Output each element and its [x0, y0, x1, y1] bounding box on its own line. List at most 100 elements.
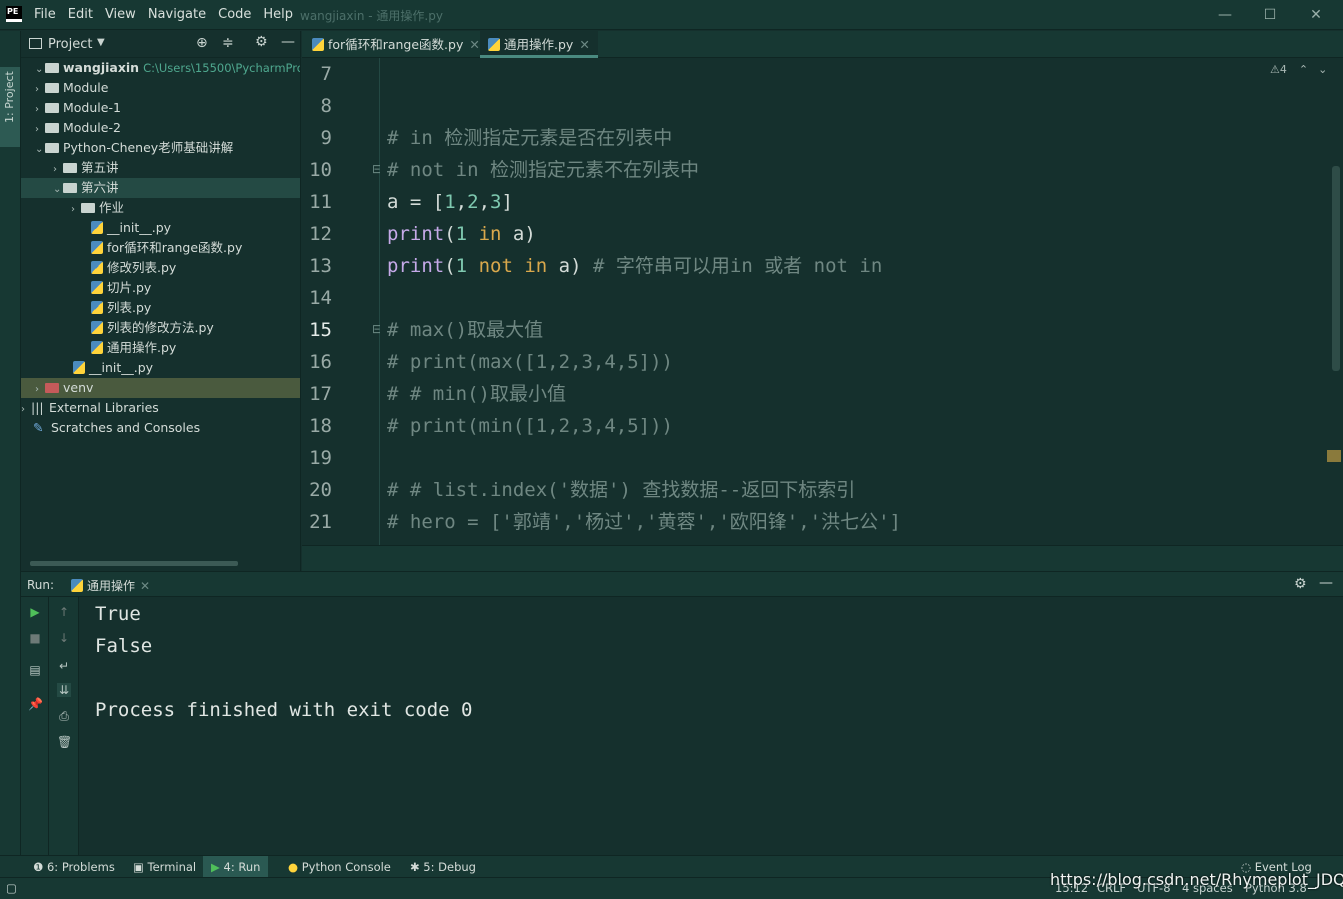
tree-item-label: Module-2 [63, 120, 121, 135]
gear-icon[interactable]: ⚙ [1294, 576, 1307, 592]
tree-item-list-methods-py[interactable]: 列表的修改方法.py [21, 318, 300, 338]
chevron-down-icon[interactable]: ▼ [97, 37, 105, 48]
gear-icon[interactable]: ⚙ [255, 34, 268, 50]
layout-icon[interactable]: ▤ [28, 663, 42, 677]
tree-item-python-cheney[interactable]: ⌄ Python-Cheney老师基础讲解 [21, 138, 300, 158]
tree-item-label: venv [63, 380, 94, 395]
close-icon[interactable]: ✕ [579, 37, 589, 52]
tree-root-name: wangjiaxin [63, 60, 140, 75]
folder-icon [45, 383, 59, 393]
debug-tool-button[interactable]: ✱ 5: Debug [402, 856, 484, 878]
print-icon[interactable]: ⎙ [57, 709, 71, 723]
run-console-output[interactable]: True False Process finished with exit co… [79, 597, 1343, 855]
python-file-icon [312, 38, 324, 51]
terminal-tool-button[interactable]: ▣ Terminal [125, 856, 204, 878]
run-label: Run: [27, 578, 55, 592]
arrow-down-icon[interactable]: ↓ [57, 631, 71, 645]
line-number: 13 [309, 255, 332, 277]
maximize-button[interactable]: ☐ [1250, 4, 1290, 26]
menu-edit[interactable]: Edit [68, 7, 93, 22]
minimize-button[interactable]: — [1205, 4, 1245, 26]
code-token: , [478, 191, 491, 213]
tree-item-init-py[interactable]: __init__.py [21, 218, 300, 238]
tree-item-module-2[interactable]: › Module-2 [21, 118, 300, 138]
close-button[interactable]: ✕ [1296, 4, 1336, 26]
tree-item-label: 第五讲 [81, 160, 119, 175]
tree-item-label: Python-Cheney老师基础讲解 [63, 140, 234, 155]
tree-item-homework[interactable]: › 作业 [21, 198, 300, 218]
project-view-icon [29, 38, 42, 49]
tree-item-venv[interactable]: › venv [21, 378, 300, 398]
run-tab-label: 通用操作 [87, 579, 136, 593]
tree-item-external-libraries[interactable]: › ||| External Libraries [21, 398, 300, 418]
chevron-down-icon[interactable]: ⌄ [1318, 63, 1327, 76]
code-editor[interactable]: # in 检测指定元素是否在列表中 # not in 检测指定元素不在列表中 a… [380, 58, 1330, 545]
rerun-icon[interactable]: ▶ [28, 605, 42, 619]
project-horizontal-scrollbar[interactable] [30, 561, 238, 566]
run-tool-button[interactable]: ▶ 4: Run [203, 856, 269, 878]
tree-item-for-range-py[interactable]: for循环和range函数.py [21, 238, 300, 258]
problems-tool-button[interactable]: ❶ 6: Problems [25, 856, 123, 878]
inspection-widget[interactable]: ⚠4 ⌃ ⌄ [1270, 63, 1327, 76]
menu-code[interactable]: Code [218, 7, 251, 22]
pin-icon[interactable]: 📌 [28, 697, 43, 711]
python-file-icon [91, 321, 103, 334]
tree-item-common-ops-py[interactable]: 通用操作.py [21, 338, 300, 358]
tab-label: for循环和range函数.py [328, 37, 464, 52]
line-number: 17 [309, 383, 332, 405]
tab-common-ops-py[interactable]: 通用操作.py ✕ [480, 31, 598, 58]
menu-file[interactable]: File [34, 7, 56, 22]
locate-icon[interactable]: ⊕ [196, 35, 208, 51]
menu-navigate[interactable]: Navigate [148, 7, 206, 22]
code-line-10: # not in 检测指定元素不在列表中 [387, 159, 699, 181]
tree-root[interactable]: ⌄ wangjiaxin C:\Users\15500\PycharmProje [21, 58, 300, 78]
python-console-tool-button[interactable]: ● Python Console [280, 856, 399, 878]
line-number: 15 [309, 319, 332, 341]
scroll-to-end-icon[interactable]: ⇊ [57, 683, 71, 697]
stop-icon[interactable]: ■ [28, 631, 42, 645]
tree-item-slice-py[interactable]: 切片.py [21, 278, 300, 298]
tab-for-range-py[interactable]: for循环和range函数.py ✕ [304, 31, 488, 58]
code-line-12: print(1 in a) [387, 218, 536, 250]
trash-icon[interactable]: 🗑 [57, 735, 72, 749]
chevron-right-icon: › [53, 164, 57, 175]
menu-view[interactable]: View [105, 7, 136, 22]
run-tab[interactable]: 通用操作 ✕ [71, 577, 150, 594]
python-file-icon [91, 301, 103, 314]
tool-label: Terminal [147, 860, 197, 874]
tree-item-label: __init__.py [89, 360, 154, 375]
code-token: in [524, 255, 548, 277]
arrow-up-icon[interactable]: ↑ [57, 605, 71, 619]
chevron-right-icon: › [35, 84, 39, 95]
tree-item-scratches[interactable]: ✎ Scratches and Consoles [21, 418, 300, 438]
tree-item-label: 通用操作.py [107, 340, 177, 355]
warning-stripe-marker[interactable] [1327, 450, 1341, 462]
chevron-up-icon[interactable]: ⌃ [1299, 63, 1308, 76]
tree-item-init-py-2[interactable]: __init__.py [21, 358, 300, 378]
collapse-all-icon[interactable]: ≑ [222, 35, 234, 51]
project-view-title[interactable]: Project [48, 37, 92, 52]
line-number: 12 [309, 223, 332, 245]
layout-toggle-icon[interactable]: ▢ [6, 881, 17, 895]
chevron-right-icon: › [35, 124, 39, 135]
tree-item-module[interactable]: › Module [21, 78, 300, 98]
run-toolbar-right: ↑ ↓ ↵ ⇊ ⎙ 🗑 [49, 597, 79, 855]
watermark-text: https://blog.csdn.net/Rhymeplot_JDQS [1050, 870, 1343, 889]
console-line: Process finished with exit code 0 [95, 699, 473, 721]
tree-item-modify-list-py[interactable]: 修改列表.py [21, 258, 300, 278]
tree-item-lecture-5[interactable]: › 第五讲 [21, 158, 300, 178]
tree-item-label: __init__.py [107, 220, 172, 235]
close-icon[interactable]: ✕ [140, 579, 150, 593]
tree-item-list-py[interactable]: 列表.py [21, 298, 300, 318]
close-icon[interactable]: ✕ [469, 37, 479, 52]
hide-panel-icon[interactable]: — [1319, 575, 1333, 591]
tree-item-lecture-6[interactable]: ⌄ 第六讲 [21, 178, 300, 198]
editor-vertical-scrollbar[interactable] [1332, 166, 1340, 371]
project-tool-tab[interactable]: 1: Project [0, 67, 20, 147]
tree-item-module-1[interactable]: › Module-1 [21, 98, 300, 118]
hide-panel-icon[interactable]: — [281, 34, 295, 50]
code-token: ( [444, 223, 456, 245]
soft-wrap-icon[interactable]: ↵ [57, 659, 71, 673]
menu-help[interactable]: Help [263, 7, 293, 22]
code-token: 2 [467, 191, 479, 213]
